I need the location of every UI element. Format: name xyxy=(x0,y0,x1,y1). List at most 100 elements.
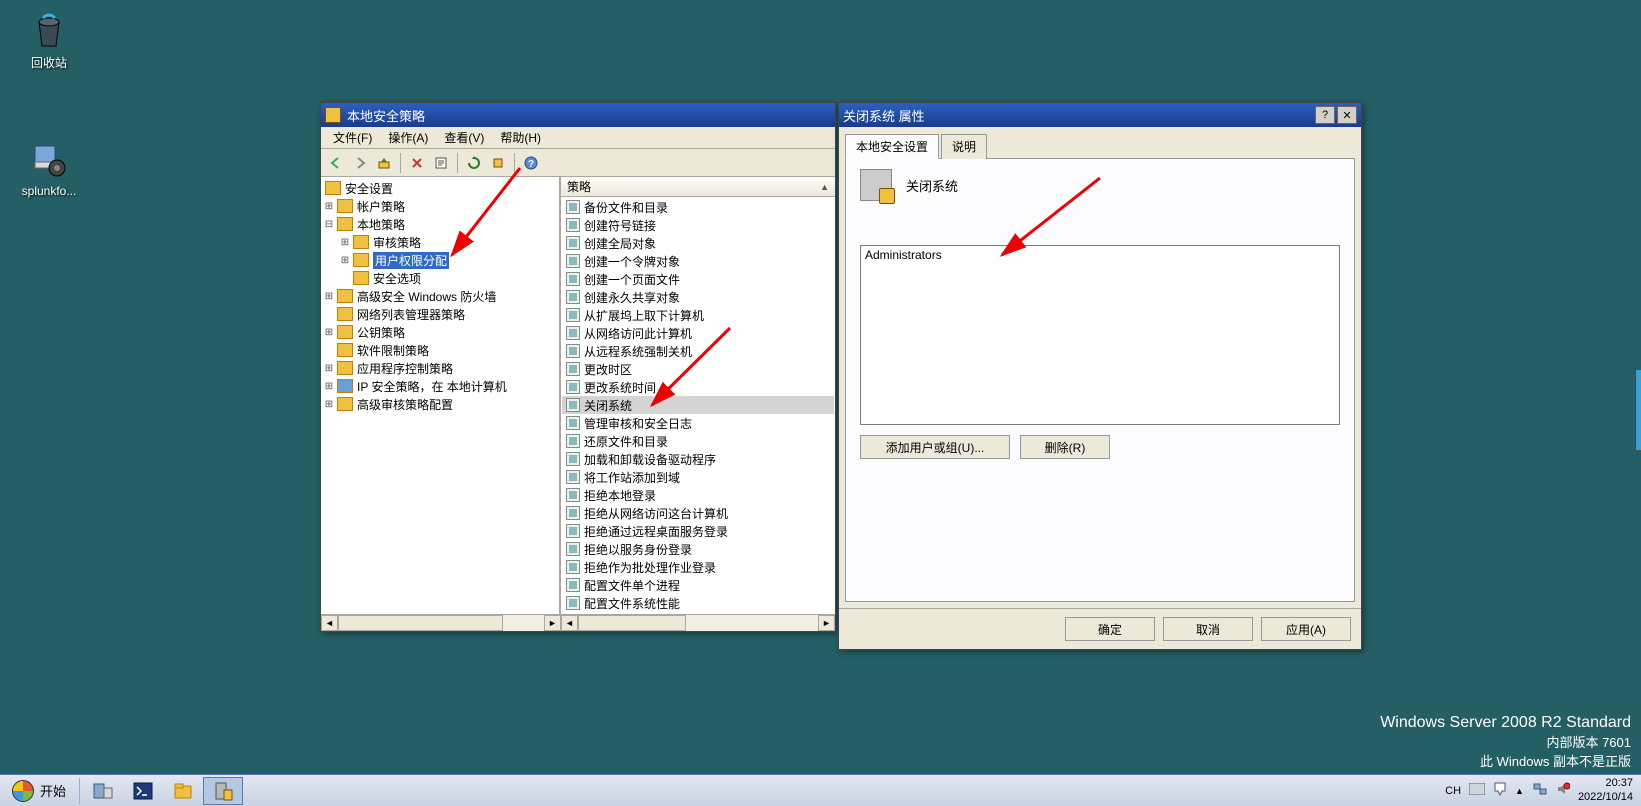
tree-item[interactable]: 安全选项 xyxy=(323,269,557,287)
taskbar-explorer[interactable] xyxy=(163,777,203,805)
list-item[interactable]: 从扩展坞上取下计算机 xyxy=(562,306,834,324)
list-item[interactable]: 拒绝作为批处理作业登录 xyxy=(562,558,834,576)
system-tray: CH ▲ 20:37 2022/10/14 xyxy=(1439,775,1639,806)
list-item[interactable]: 关闭系统 xyxy=(562,396,834,414)
list-item-label: 拒绝以服务身份登录 xyxy=(584,541,692,558)
list-item[interactable]: 拒绝通过远程桌面服务登录 xyxy=(562,522,834,540)
toolbar-up[interactable] xyxy=(373,152,395,174)
recycle-bin[interactable]: 回收站 xyxy=(14,10,84,71)
tree-item[interactable]: ⊞IP 安全策略，在 本地计算机 xyxy=(323,377,557,395)
taskbar-powershell[interactable] xyxy=(123,777,163,805)
tree-item[interactable]: ⊟本地策略 xyxy=(323,215,557,233)
list-item[interactable]: 创建永久共享对象 xyxy=(562,288,834,306)
taskbar-clock[interactable]: 20:37 2022/10/14 xyxy=(1578,777,1633,803)
scroll-right-icon[interactable]: ► xyxy=(544,615,561,631)
policy-item-icon xyxy=(566,380,580,394)
tree-item[interactable]: 软件限制策略 xyxy=(323,341,557,359)
scroll-left-icon[interactable]: ◄ xyxy=(561,615,578,631)
menu-file[interactable]: 文件(F) xyxy=(325,127,380,148)
taskbar-server-manager[interactable] xyxy=(83,777,123,805)
toolbar-back[interactable] xyxy=(325,152,347,174)
app-shortcut-label: splunkfo... xyxy=(14,184,84,198)
tray-overflow-icon[interactable]: ▲ xyxy=(1515,786,1524,796)
tree-root[interactable]: 安全设置 xyxy=(323,179,557,197)
list-item[interactable]: 创建一个页面文件 xyxy=(562,270,834,288)
list-item[interactable]: 管理审核和安全日志 xyxy=(562,414,834,432)
tree-item[interactable]: ⊞审核策略 xyxy=(323,233,557,251)
list-item-label: 创建全局对象 xyxy=(584,235,656,252)
tray-volume-icon[interactable] xyxy=(1556,782,1570,799)
list-item[interactable]: 配置文件系统性能 xyxy=(562,594,834,612)
tree-item[interactable]: ⊞高级审核策略配置 xyxy=(323,395,557,413)
tray-action-center-icon[interactable] xyxy=(1493,782,1507,799)
list-item[interactable]: 创建一个令牌对象 xyxy=(562,252,834,270)
ime-indicator[interactable]: CH xyxy=(1445,785,1461,797)
taskbar: 开始 CH ▲ 20:37 2022/10/14 xyxy=(0,774,1641,806)
toolbar-properties[interactable] xyxy=(430,152,452,174)
list-item[interactable]: 更改系统时间 xyxy=(562,378,834,396)
menu-help[interactable]: 帮助(H) xyxy=(492,127,549,148)
policy-item-icon xyxy=(566,308,580,322)
list-item[interactable]: 还原文件和目录 xyxy=(562,432,834,450)
policy-item-icon xyxy=(566,578,580,592)
tray-keyboard-icon[interactable] xyxy=(1469,783,1485,798)
tray-network-icon[interactable] xyxy=(1532,782,1548,799)
start-button[interactable]: 开始 xyxy=(2,777,76,805)
list-item[interactable]: 加载和卸载设备驱动程序 xyxy=(562,450,834,468)
ok-button[interactable]: 确定 xyxy=(1065,617,1155,641)
user-list[interactable]: Administrators xyxy=(860,245,1340,425)
tree-hscrollbar[interactable]: ◄ ► xyxy=(321,614,561,631)
toolbar-forward[interactable] xyxy=(349,152,371,174)
list-item[interactable]: 拒绝本地登录 xyxy=(562,486,834,504)
user-list-item[interactable]: Administrators xyxy=(865,248,1335,262)
list-item[interactable]: 配置文件单个进程 xyxy=(562,576,834,594)
apply-button[interactable]: 应用(A) xyxy=(1261,617,1351,641)
dialog-help-button[interactable]: ? xyxy=(1315,106,1335,124)
list-item[interactable]: 创建符号链接 xyxy=(562,216,834,234)
cancel-button[interactable]: 取消 xyxy=(1163,617,1253,641)
tree-item[interactable]: ⊞帐户策略 xyxy=(323,197,557,215)
dialog-titlebar[interactable]: 关闭系统 属性 ? ✕ xyxy=(839,103,1361,127)
policy-item-icon xyxy=(566,506,580,520)
properties-dialog: 关闭系统 属性 ? ✕ 本地安全设置 说明 关闭系统 Administrator… xyxy=(838,102,1362,650)
page-scrollbar-thumb[interactable] xyxy=(1635,370,1641,450)
tree-pane[interactable]: 安全设置⊞帐户策略⊟本地策略⊞审核策略⊞用户权限分配安全选项⊞高级安全 Wind… xyxy=(321,177,561,631)
menu-action[interactable]: 操作(A) xyxy=(380,127,436,148)
tree-item[interactable]: ⊞应用程序控制策略 xyxy=(323,359,557,377)
app-shortcut-splunk[interactable]: splunkfo... xyxy=(14,140,84,198)
tree-item[interactable]: ⊞用户权限分配 xyxy=(323,251,557,269)
list-item[interactable]: 创建全局对象 xyxy=(562,234,834,252)
scroll-right-icon[interactable]: ► xyxy=(818,615,835,631)
tree-item[interactable]: ⊞高级安全 Windows 防火墙 xyxy=(323,287,557,305)
list-body[interactable]: 备份文件和目录创建符号链接创建全局对象创建一个令牌对象创建一个页面文件创建永久共… xyxy=(561,197,835,614)
toolbar-export[interactable] xyxy=(487,152,509,174)
secpol-titlebar[interactable]: 本地安全策略 xyxy=(321,103,835,127)
tab-explain[interactable]: 说明 xyxy=(941,134,987,159)
list-item[interactable]: 拒绝从网络访问这台计算机 xyxy=(562,504,834,522)
tree-item[interactable]: ⊞公钥策略 xyxy=(323,323,557,341)
list-item[interactable]: 拒绝以服务身份登录 xyxy=(562,540,834,558)
list-hscrollbar[interactable]: ◄ ► xyxy=(561,614,835,631)
policy-icon xyxy=(860,169,892,201)
list-header[interactable]: 策略 ▲ xyxy=(561,177,835,197)
list-item[interactable]: 更改时区 xyxy=(562,360,834,378)
list-item-label: 将工作站添加到域 xyxy=(584,469,680,486)
tree-item-label: 高级审核策略配置 xyxy=(357,396,453,413)
menu-view[interactable]: 查看(V) xyxy=(436,127,492,148)
scroll-left-icon[interactable]: ◄ xyxy=(321,615,338,631)
tab-local-security[interactable]: 本地安全设置 xyxy=(845,134,939,159)
toolbar-delete[interactable] xyxy=(406,152,428,174)
policy-item-icon xyxy=(566,524,580,538)
list-item[interactable]: 将工作站添加到域 xyxy=(562,468,834,486)
list-item[interactable]: 备份文件和目录 xyxy=(562,198,834,216)
toolbar-refresh[interactable] xyxy=(463,152,485,174)
taskbar-secpol[interactable] xyxy=(203,777,243,805)
toolbar-help[interactable]: ? xyxy=(520,152,542,174)
list-item[interactable]: 从网络访问此计算机 xyxy=(562,324,834,342)
remove-button[interactable]: 删除(R) xyxy=(1020,435,1110,459)
policy-item-icon xyxy=(566,560,580,574)
add-user-button[interactable]: 添加用户或组(U)... xyxy=(860,435,1010,459)
list-item[interactable]: 从远程系统强制关机 xyxy=(562,342,834,360)
dialog-close-button[interactable]: ✕ xyxy=(1337,106,1357,124)
tree-item[interactable]: 网络列表管理器策略 xyxy=(323,305,557,323)
